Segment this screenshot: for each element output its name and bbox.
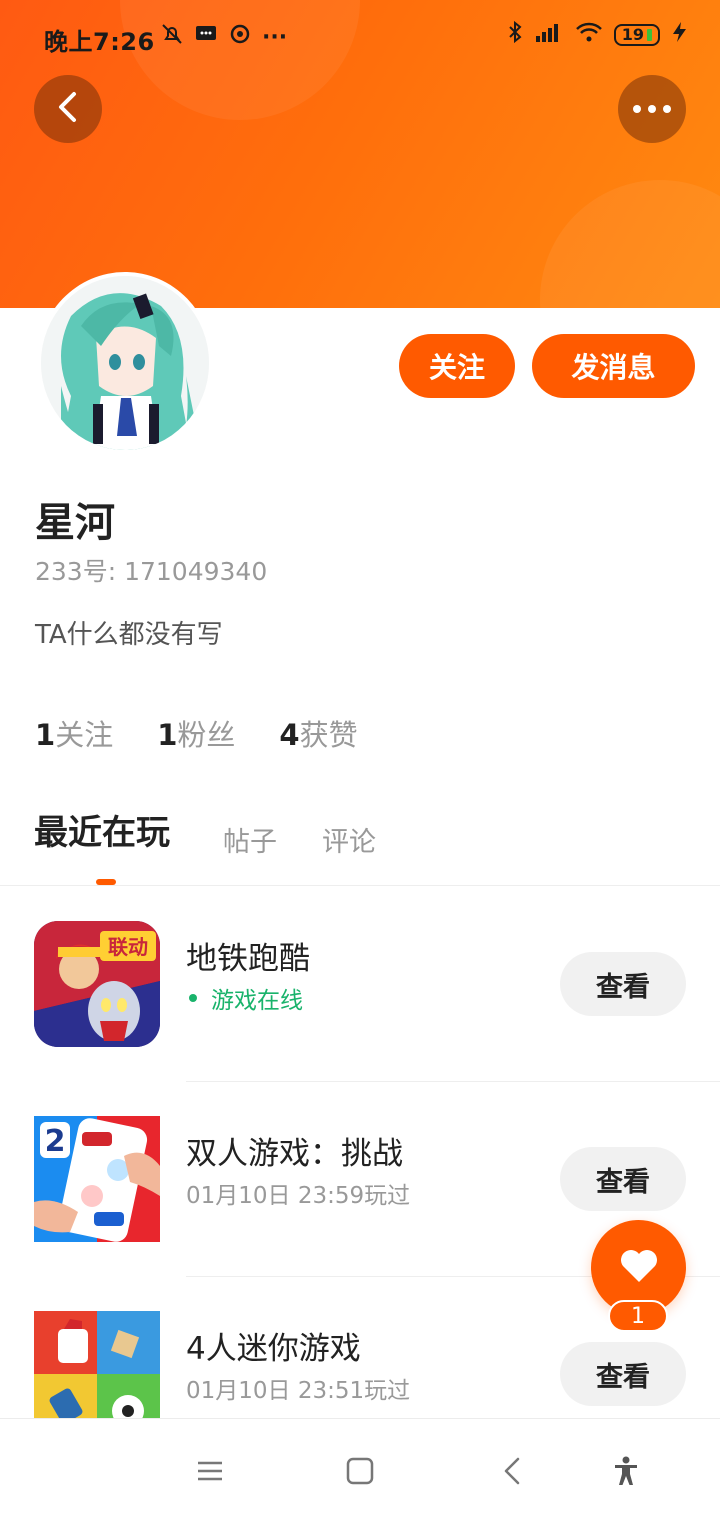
list-item[interactable]: 联动 地铁跑酷 游戏在线 查看 (0, 887, 720, 1082)
tab-comments[interactable]: 评论 (322, 820, 376, 859)
square-home-icon (346, 1457, 374, 1489)
game-icon-subway-surfers: 联动 (34, 921, 160, 1047)
status-notification-icons: ··· (160, 22, 287, 52)
stat-value: 1 (157, 718, 178, 752)
game-icon-badge-text: 2 (45, 1124, 66, 1159)
menu-icon (197, 1460, 223, 1486)
avatar[interactable] (37, 272, 213, 454)
battery-charge-mark (647, 29, 652, 41)
like-count-badge: 1 (608, 1300, 668, 1332)
battery-indicator: 19 (613, 24, 660, 46)
more-dots-icon (633, 105, 671, 113)
stat-fans[interactable]: 1 粉丝 (157, 712, 235, 754)
stat-label: 获赞 (299, 718, 358, 752)
user-bio: TA什么都没有写 (35, 620, 223, 650)
stat-label: 粉丝 (177, 718, 236, 752)
charging-icon (670, 20, 690, 50)
accessibility-nav-button[interactable] (606, 1453, 646, 1493)
back-nav-button[interactable] (492, 1453, 532, 1493)
signal-icon (534, 20, 564, 50)
stat-value: 1 (35, 718, 56, 752)
more-options-button[interactable] (618, 75, 686, 143)
game-icon-badge-text: 联动 (108, 935, 148, 959)
username: 星河 (35, 500, 115, 546)
back-arrow-icon (503, 1457, 521, 1489)
stat-label: 关注 (55, 718, 114, 752)
bluetooth-icon (506, 20, 524, 50)
game-status-text: 游戏在线 (211, 988, 303, 1014)
back-button[interactable] (34, 75, 102, 143)
wifi-icon (574, 20, 604, 50)
active-tab-indicator (96, 879, 116, 885)
game-last-played: 01月10日 23:51玩过 (186, 1378, 411, 1404)
mute-bell-icon (160, 22, 184, 52)
accessibility-icon (611, 1456, 641, 1490)
profile-header-banner: 晚上7:26 ··· 19 (0, 0, 720, 308)
user-id: 233号: 171049340 (35, 557, 268, 586)
banner-decoration (540, 180, 720, 308)
stat-likes: 4 获赞 (279, 712, 357, 754)
home-nav-button[interactable] (340, 1453, 380, 1493)
more-notifications-icon: ··· (262, 24, 288, 50)
view-button[interactable]: 查看 (560, 952, 686, 1016)
system-navigation-bar (0, 1418, 720, 1520)
game-name: 地铁跑酷 (186, 941, 310, 977)
app-notification-icon (228, 22, 252, 52)
view-button[interactable]: 查看 (560, 1342, 686, 1406)
heart-icon (619, 1248, 659, 1288)
status-bar: 晚上7:26 ··· 19 (0, 0, 720, 76)
stat-value: 4 (279, 718, 300, 752)
menu-nav-button[interactable] (190, 1453, 230, 1493)
game-name: 双人游戏：挑战 (186, 1136, 403, 1172)
view-button[interactable]: 查看 (560, 1147, 686, 1211)
chevron-left-icon (54, 91, 82, 127)
profile-stats: 1 关注 1 粉丝 4 获赞 (35, 712, 402, 754)
status-system-icons: 19 (506, 20, 690, 50)
game-online-status: 游戏在线 (186, 981, 303, 1015)
status-time: 晚上7:26 (44, 28, 155, 56)
follow-button[interactable]: 关注 (399, 334, 515, 398)
tab-posts[interactable]: 帖子 (223, 820, 277, 859)
game-last-played: 01月10日 23:59玩过 (186, 1183, 411, 1209)
send-message-button[interactable]: 发消息 (532, 334, 695, 398)
profile-tabs: 最近在玩 帖子 评论 (0, 808, 720, 886)
game-name: 4人迷你游戏 (186, 1331, 361, 1367)
online-dot-icon (189, 994, 197, 1002)
chat-icon (194, 22, 218, 52)
stat-following[interactable]: 1 关注 (35, 712, 113, 754)
tab-recently-played[interactable]: 最近在玩 (34, 805, 170, 854)
avatar-image (41, 276, 209, 450)
battery-level: 19 (621, 25, 644, 44)
game-icon-two-player: 2 (34, 1116, 160, 1242)
